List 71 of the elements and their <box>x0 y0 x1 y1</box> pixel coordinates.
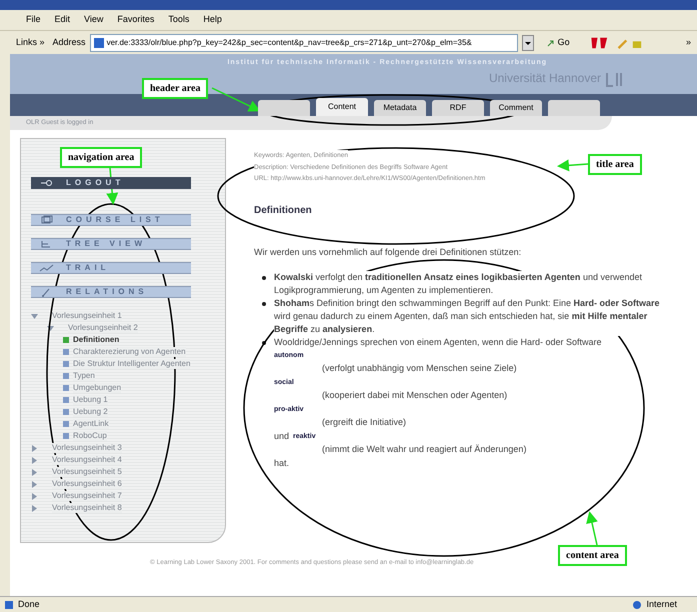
collapsed-arrow-icon[interactable] <box>31 456 38 464</box>
address-label: Address <box>52 36 86 49</box>
tree-item[interactable]: Definitionen <box>73 335 120 345</box>
tree-item[interactable]: Vorlesungseinheit 7 <box>52 491 122 501</box>
tree-item[interactable]: Die Struktur Intelligenter Agenten <box>73 359 190 369</box>
tree-item[interactable]: Charakterezierung von Agenten <box>73 347 186 357</box>
menu-item[interactable]: Tools <box>168 13 190 27</box>
courses-icon <box>39 215 54 225</box>
pencil-icon[interactable] <box>616 36 628 48</box>
arrow <box>212 87 261 112</box>
dropdown-icon[interactable] <box>522 34 534 50</box>
annotation-label: title area <box>588 154 642 175</box>
arrow <box>586 511 598 546</box>
intro-text: Wir werden uns vornehmlich auf folgende drei Definitionen stützen: <box>254 246 522 259</box>
tree-item[interactable]: Typen <box>73 371 95 381</box>
tab[interactable]: Metadata <box>374 100 426 116</box>
go-arrow-icon <box>546 38 556 48</box>
logout-icon <box>39 178 54 188</box>
menu-item[interactable]: Help <box>203 13 222 27</box>
nav-button[interactable]: TREE VIEW <box>31 238 191 250</box>
tree-item[interactable]: Vorlesungseinheit 5 <box>52 467 122 477</box>
nav-button[interactable]: TRAIL <box>31 262 191 274</box>
trail-icon <box>39 263 54 273</box>
menu-item[interactable]: Favorites <box>117 13 154 27</box>
bullet-icon <box>262 302 266 306</box>
menu-item[interactable]: View <box>84 13 104 27</box>
tree-item[interactable]: Vorlesungseinheit 2 <box>68 323 138 333</box>
go-button[interactable]: Go <box>546 36 570 50</box>
zone-text: Internet <box>646 598 677 611</box>
status-text: Done <box>18 598 40 611</box>
arrow <box>557 159 588 172</box>
menu-item[interactable]: File <box>26 13 41 27</box>
definition-text: (kooperiert dabei mit Menschen oder Agenten) <box>322 389 508 402</box>
collapsed-arrow-icon[interactable] <box>31 492 38 500</box>
menu-item[interactable]: Edit <box>54 13 70 27</box>
annotation-label: content area <box>558 545 627 566</box>
definition-text: (ergreift die Initiative) <box>322 416 406 429</box>
links-button[interactable]: Links » <box>16 36 45 50</box>
collapsed-arrow-icon[interactable] <box>31 480 38 488</box>
tree-item[interactable]: Vorlesungseinheit 3 <box>52 443 122 453</box>
collapsed-arrow-icon[interactable] <box>31 468 38 476</box>
collapsed-arrow-icon[interactable] <box>31 504 38 512</box>
tree-item[interactable]: Vorlesungseinheit 6 <box>52 479 122 489</box>
definition-text: (verfolgt unabhängig vom Menschen seine Ziele) <box>322 362 517 375</box>
globe-icon <box>632 600 642 610</box>
more-button[interactable]: » <box>686 36 691 50</box>
tab[interactable]: Content <box>316 98 368 116</box>
tree-item[interactable]: Umgebungen <box>73 383 122 393</box>
tab[interactable]: RDF <box>432 100 484 116</box>
bullet-icon <box>262 341 266 345</box>
tree-item[interactable]: RoboCup <box>73 431 107 441</box>
annotation-label: navigation area <box>60 147 142 168</box>
nav-button[interactable]: COURSE LIST <box>31 214 191 226</box>
bullet-icon <box>262 276 266 280</box>
logout-button[interactable]: LOGOUT <box>31 177 191 189</box>
definition-text: (nimmt die Welt wahr und reagiert auf Änderungen) <box>322 443 526 456</box>
page-icon <box>92 36 105 48</box>
collapsed-arrow-icon[interactable] <box>31 444 38 452</box>
tree-item[interactable]: Uebung 1 <box>73 395 108 405</box>
page-icon <box>4 600 14 610</box>
tree-item[interactable]: Uebung 2 <box>73 407 108 417</box>
tree-item[interactable]: Vorlesungseinheit 8 <box>52 503 122 513</box>
address-field[interactable]: ver.de:3333/olr/blue.php?p_key=242&p_sec=content&p_nav=tree&p_crs=271&p_unt=270&p_elm=35& <box>90 34 518 52</box>
nav-button[interactable]: RELATIONS <box>31 286 191 298</box>
tree-item[interactable]: Vorlesungseinheit 1 <box>52 311 122 321</box>
annotation-label: header area <box>142 78 208 99</box>
tree-item[interactable]: Vorlesungseinheit 4 <box>52 455 122 465</box>
tab[interactable]: Comment <box>490 100 542 116</box>
bullet-text: Wooldridge/Jennings sprechen von einem Agenten, wenn die Hard- oder Software <box>274 336 602 349</box>
tree-item[interactable]: AgentLink <box>73 419 109 429</box>
expanded-arrow-icon[interactable] <box>47 324 54 332</box>
